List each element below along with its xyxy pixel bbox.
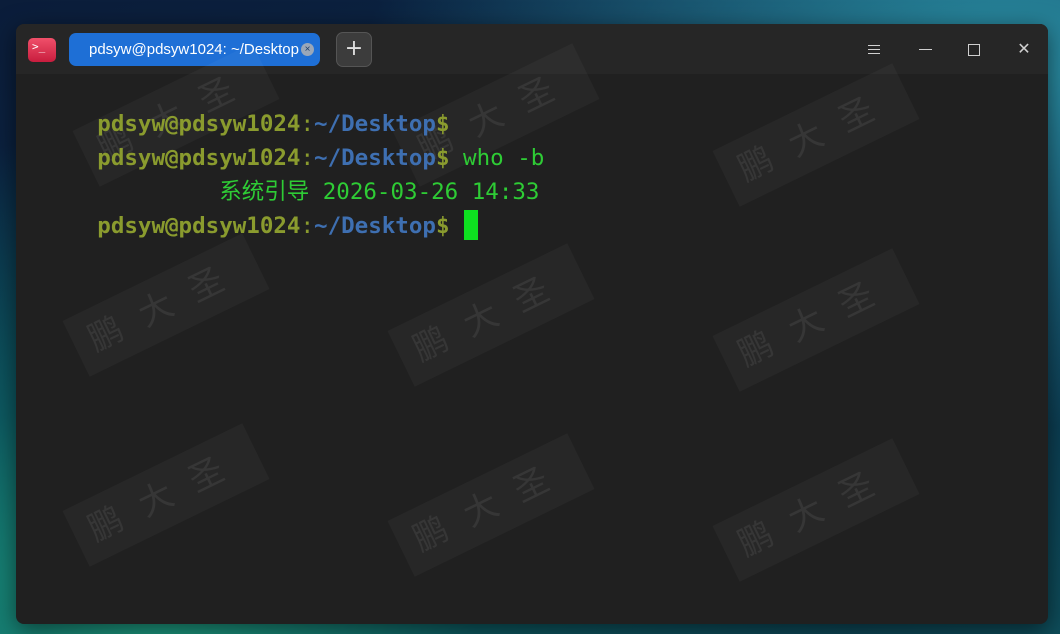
maximize-icon[interactable] xyxy=(961,36,987,62)
close-icon[interactable]: ✕ xyxy=(1011,36,1037,62)
terminal-icon: >_ xyxy=(28,38,56,62)
terminal-line: 系统引导 2026-03-26 14:33 xyxy=(16,144,539,205)
terminal-line: pdsyw@pdsyw1024:~/Desktop$ who -b xyxy=(16,110,544,171)
terminal-window: >_ pdsyw@pdsyw1024: ~/Desktop × + ✕ 鹏大圣 … xyxy=(16,24,1048,624)
terminal-line: pdsyw@pdsyw1024:~/Desktop$ xyxy=(16,178,478,240)
prompt-path: ~/Desktop xyxy=(314,213,436,239)
title-bar: >_ pdsyw@pdsyw1024: ~/Desktop × + ✕ xyxy=(16,24,1048,74)
tab-terminal[interactable]: pdsyw@pdsyw1024: ~/Desktop × xyxy=(69,33,320,66)
hamburger-menu-icon[interactable] xyxy=(861,36,887,62)
terminal-line: pdsyw@pdsyw1024:~/Desktop$ xyxy=(16,76,449,137)
new-tab-button[interactable]: + xyxy=(336,32,372,67)
prompt-separator: : xyxy=(300,213,315,239)
prompt-user: pdsyw@pdsyw1024 xyxy=(97,213,301,239)
minimize-icon[interactable] xyxy=(912,36,938,62)
text-cursor xyxy=(463,209,478,240)
terminal-output[interactable]: pdsyw@pdsyw1024:~/Desktop$ pdsyw@pdsyw10… xyxy=(16,76,1048,624)
tab-title: pdsyw@pdsyw1024: ~/Desktop xyxy=(89,41,299,58)
prompt-symbol: $ xyxy=(435,213,450,239)
tab-close-icon[interactable]: × xyxy=(301,43,314,56)
